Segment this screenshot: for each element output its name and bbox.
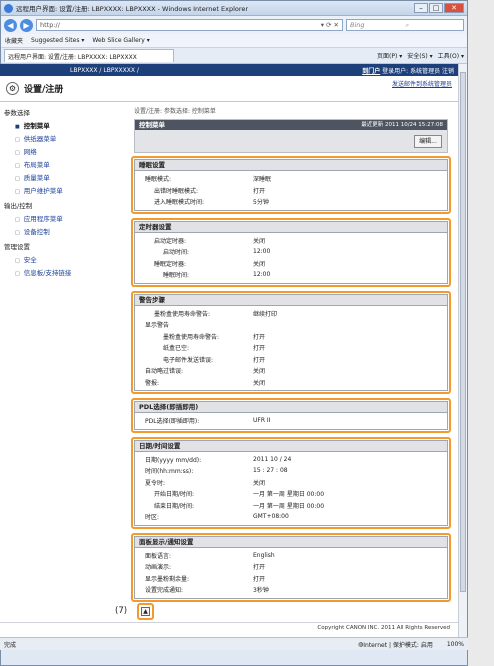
menu-header: 控制菜单 最近更新 2011 10/24 15:27:08 编辑... (134, 119, 448, 153)
device-name: LBPXXXX / LBPXXXXX / (70, 66, 139, 74)
login-info[interactable]: 登录用户: 系统管理员 注销 (382, 68, 454, 75)
url-text: http:// (40, 21, 60, 29)
last-updated: 最近更新 2011 10/24 15:27:08 (361, 122, 443, 128)
sidebar-item[interactable]: 用户维护菜单 (15, 185, 128, 195)
command-bar: 页面(P) ▾ 安全(S) ▾ 工具(O) ▾ (377, 51, 464, 60)
url-field[interactable]: http://▾ ⟳ ✕ (36, 19, 343, 31)
settings-section: (2)定时器设置启动定时器:关闭启动时间:12:00睡眠定时器:关闭睡眠时间:1… (131, 217, 451, 287)
mail-admin-link[interactable]: 发送邮件到系统管理员 (392, 79, 452, 88)
page-content: LBPXXXX / LBPXXXXX / 到门户 登录用户: 系统管理员 注销 … (0, 64, 458, 637)
sidebar-item[interactable]: 应用程序菜单 (15, 213, 128, 223)
browser-tab[interactable]: 远程用户界面: 设置/注册: LBPXXXX: LBPXXXX (4, 49, 174, 62)
sidebar: 参数选择控制菜单供纸器菜单网络布局菜单质量菜单用户维护菜单输出/控制应用程序菜单… (0, 102, 128, 280)
search-icon[interactable]: ⌕ (405, 21, 460, 30)
minimize-button[interactable]: – (414, 3, 428, 13)
search-box[interactable]: Bing ⌕ (346, 19, 464, 31)
main-panel: 设置/注册: 参数选择: 控制菜单 控制菜单 最近更新 2011 10/24 1… (131, 102, 451, 602)
copyright: Copyright CANON INC. 2011 All Rights Res… (0, 622, 458, 631)
sidebar-item[interactable]: 信息板/支持链接 (15, 267, 128, 277)
settings-section: (1)睡眠设置睡眠模式:深睡眠出错时睡眠模式:打开进入睡眠模式时间:5分钟 (131, 156, 451, 214)
tool-safety-menu[interactable]: 安全(S) ▾ (407, 51, 432, 60)
settings-section: (5)日期/时间设置日期(yyyy mm/dd):2011 10 / 24时间(… (131, 436, 451, 529)
suggested-sites-link[interactable]: Suggested Sites ▾ (31, 37, 84, 44)
portal-link[interactable]: 到门户 (362, 68, 380, 75)
forward-button[interactable]: ▶ (20, 18, 33, 32)
tab-row: 远程用户界面: 设置/注册: LBPXXXX: LBPXXXX 页面(P) ▾ … (1, 48, 467, 64)
sidebar-item[interactable]: 控制菜单 (15, 120, 128, 130)
status-bar: 完成 ◍ Internet | 保护模式: 启用 100% (0, 637, 468, 650)
page-top-button[interactable]: ▲ (141, 607, 150, 616)
sidebar-item[interactable]: 网络 (15, 146, 128, 156)
web-slice-gallery-link[interactable]: Web Slice Gallery ▾ (92, 37, 149, 44)
favorites-button[interactable]: 收藏夹 (5, 36, 23, 45)
window-title: 远程用户界面: 设置/注册: LBPXXXX: LBPXXXX - Window… (16, 5, 249, 13)
callout-7: (7) (115, 606, 128, 616)
search-placeholder: Bing (350, 21, 365, 29)
callout-highlight (131, 156, 451, 214)
back-button[interactable]: ◀ (4, 18, 17, 32)
callout-highlight (131, 532, 451, 602)
ie-logo-icon (4, 3, 13, 13)
breadcrumb: 设置/注册: 参数选择: 控制菜单 (134, 108, 216, 115)
sidebar-item[interactable]: 安全 (15, 254, 128, 264)
title-bar: 远程用户界面: 设置/注册: LBPXXXX: LBPXXXX - Window… (1, 1, 467, 16)
settings-sections: (1)睡眠设置睡眠模式:深睡眠出错时睡眠模式:打开进入睡眠模式时间:5分钟(2)… (131, 156, 451, 602)
maximize-button[interactable]: □ (429, 3, 443, 13)
settings-section: (3)警告步骤墨粉盒使用寿命警告:继续打印显示警告墨粉盒使用寿命警告:打开纸盒已… (131, 290, 451, 394)
sidebar-heading: 管理设置 (4, 243, 30, 251)
page-header: ⚙ 设置/注册 发送邮件到系统管理员 (0, 76, 458, 102)
zoom-level[interactable]: 100% (447, 641, 464, 648)
favorites-bar: 收藏夹 Suggested Sites ▾ Web Slice Gallery … (1, 34, 467, 48)
tool-page-menu[interactable]: 页面(P) ▾ (377, 51, 402, 60)
sidebar-item[interactable]: 供纸器菜单 (15, 133, 128, 143)
address-bar: ◀ ▶ http://▾ ⟳ ✕ Bing ⌕ (1, 16, 467, 34)
device-header: LBPXXXX / LBPXXXXX / 到门户 登录用户: 系统管理员 注销 (0, 64, 458, 76)
sidebar-item[interactable]: 质量菜单 (15, 172, 128, 182)
status-text: 完成 (4, 641, 17, 649)
close-button[interactable]: ✕ (444, 3, 464, 13)
sidebar-item[interactable]: 设备控制 (15, 226, 128, 236)
scrollbar-thumb[interactable] (460, 72, 466, 592)
callout-highlight (131, 398, 451, 433)
callout-highlight (131, 217, 451, 287)
tool-tools-menu[interactable]: 工具(O) ▾ (438, 51, 464, 60)
callout-highlight (131, 290, 451, 394)
settings-section: (4)PDL选择(即插即用)PDL选择(即插即用):UFR II (131, 398, 451, 433)
sidebar-heading: 输出/控制 (4, 202, 33, 210)
sidebar-heading: 参数选择 (4, 109, 30, 117)
settings-logo-icon: ⚙ (6, 82, 19, 95)
settings-section: (6)面板显示/通知设置面板语言:English动画演示:打开显示墨粉剩余量:打… (131, 532, 451, 602)
zone-mode: Internet | 保护模式: 启用 (363, 641, 433, 649)
page-title: 设置/注册 (24, 85, 64, 95)
sidebar-item[interactable]: 布局菜单 (15, 159, 128, 169)
edit-button[interactable]: 编辑... (414, 135, 442, 148)
vertical-scrollbar[interactable] (458, 64, 467, 637)
callout-highlight (131, 436, 451, 529)
